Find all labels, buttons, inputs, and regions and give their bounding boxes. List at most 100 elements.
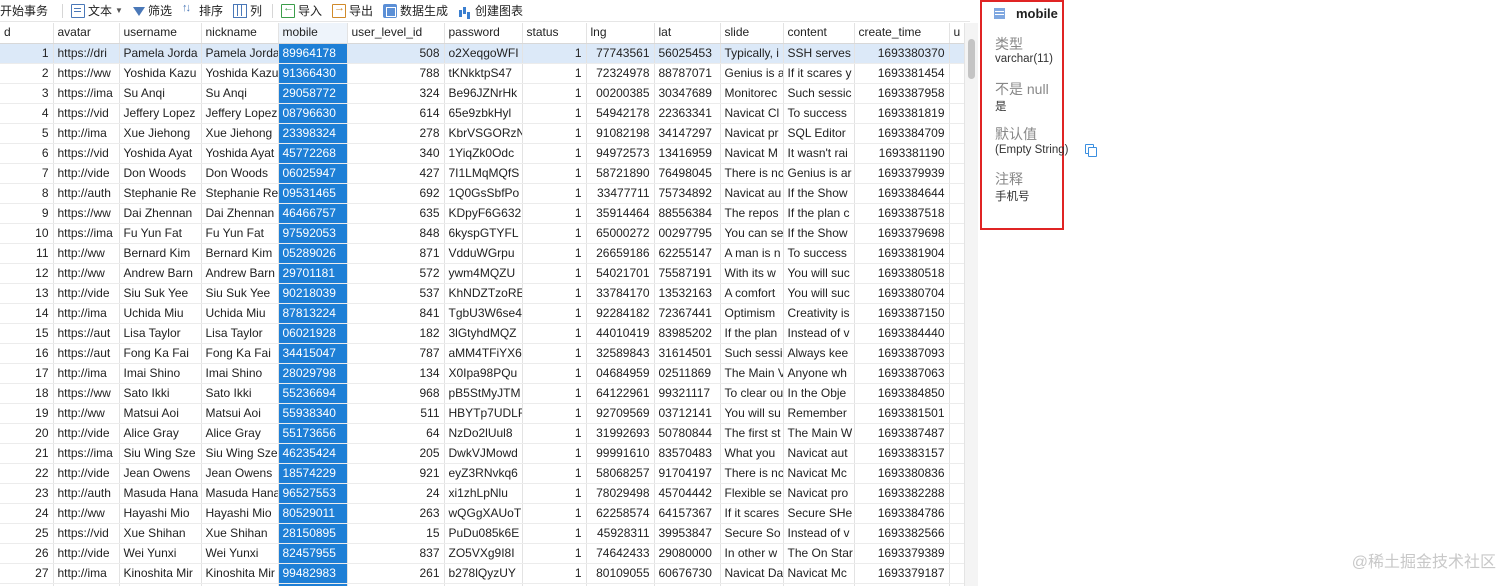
table-cell[interactable]: 77743561	[586, 43, 655, 64]
table-cell[interactable]: PuDu085k6E	[444, 523, 523, 544]
table-cell[interactable]: 1693381454	[854, 63, 950, 84]
table-cell[interactable]: VdduWGrpu	[444, 243, 523, 264]
table-cell[interactable]: 324	[347, 83, 445, 104]
table-cell[interactable]: 75734892	[654, 183, 721, 204]
table-cell[interactable]: KbrVSGORzN	[444, 123, 523, 144]
table-cell[interactable]: 205	[347, 443, 445, 464]
table-cell[interactable]: 10	[0, 223, 54, 244]
table-cell[interactable]: 1	[522, 123, 587, 144]
begin-transaction-button[interactable]: 开始事务	[0, 0, 58, 22]
table-cell[interactable]: Stephanie Re	[119, 183, 202, 204]
table-row[interactable]: 25 https://vid Xue Shihan Xue Shihan 2815089…	[0, 523, 964, 544]
table-cell[interactable]: Pamela Jorda	[119, 43, 202, 64]
table-cell[interactable]: 1	[522, 223, 587, 244]
table-cell[interactable]: Always kee	[783, 343, 855, 364]
table-cell[interactable]: http://auth	[53, 483, 120, 504]
table-cell[interactable]: Xue Shihan	[201, 523, 279, 544]
table-cell[interactable]: 15	[0, 323, 54, 344]
table-cell[interactable]: http://vide	[53, 163, 120, 184]
table-cell[interactable]: 1	[522, 183, 587, 204]
table-cell[interactable]: 1693381190	[854, 143, 950, 164]
table-cell[interactable]: 64122961	[586, 383, 655, 404]
table-cell[interactable]: 92709569	[586, 403, 655, 424]
table-cell[interactable]: 1	[522, 243, 587, 264]
table-cell[interactable]: 05289026	[278, 243, 348, 264]
table-row[interactable]: 16 https://aut Fong Ka Fai Fong Ka Fai 34415…	[0, 343, 964, 364]
table-cell[interactable]: 1693379939	[854, 163, 950, 184]
create-chart-button[interactable]: 创建图表	[454, 0, 529, 22]
table-cell[interactable]: If it scares	[720, 503, 784, 524]
table-cell[interactable]: Jeffery Lopez	[201, 103, 279, 124]
table-cell[interactable]: Andrew Barn	[201, 263, 279, 284]
table-cell[interactable]: 1	[522, 103, 587, 124]
table-cell[interactable]: Such sessic	[783, 83, 855, 104]
table-cell[interactable]: 3	[0, 83, 54, 104]
table-cell[interactable]: SSH serves	[783, 43, 855, 64]
table-cell[interactable]: http://ima	[53, 123, 120, 144]
table-cell[interactable]: In the Obje	[783, 383, 855, 404]
table-cell[interactable]: aMM4TFiYX6	[444, 343, 523, 364]
column-header[interactable]: user_level_id	[347, 23, 445, 44]
table-cell[interactable]: 44010419	[586, 323, 655, 344]
table-cell[interactable]: 1YiqZk0Odc	[444, 143, 523, 164]
table-cell[interactable]: 1	[522, 423, 587, 444]
table-cell[interactable]: TgbU3W6se4	[444, 303, 523, 324]
table-cell[interactable]: Hayashi Mio	[119, 503, 202, 524]
table-cell[interactable]: Imai Shino	[201, 363, 279, 384]
table-cell[interactable]: 32589843	[586, 343, 655, 364]
table-cell[interactable]: If the plan c	[783, 203, 855, 224]
table-cell[interactable]: 1	[522, 483, 587, 504]
table-cell[interactable]: 16	[0, 343, 54, 364]
column-header[interactable]: create_time	[854, 23, 950, 44]
table-cell[interactable]: 837	[347, 543, 445, 564]
table-cell[interactable]: The first st	[720, 423, 784, 444]
table-cell[interactable]: 99482983	[278, 563, 348, 584]
table-cell[interactable]: Kinoshita Mir	[119, 563, 202, 584]
table-row[interactable]: 13 http://vide Siu Suk Yee Siu Suk Yee 90218…	[0, 283, 964, 304]
table-cell[interactable]: https://vid	[53, 523, 120, 544]
table-cell[interactable]: 00297795	[654, 223, 721, 244]
table-cell[interactable]: 31614501	[654, 343, 721, 364]
table-cell[interactable]: 182	[347, 323, 445, 344]
table-cell[interactable]: KDpyF6G632	[444, 203, 523, 224]
table-row[interactable]: 17 http://ima Imai Shino Imai Shino 28029798…	[0, 363, 964, 384]
table-cell[interactable]: https://aut	[53, 343, 120, 364]
table-cell[interactable]: You will suc	[783, 263, 855, 284]
table-cell[interactable]: 30347689	[654, 83, 721, 104]
table-cell[interactable]: 06025947	[278, 163, 348, 184]
column-header[interactable]: nickname	[201, 23, 279, 44]
table-cell[interactable]: 83985202	[654, 323, 721, 344]
column-header[interactable]: u	[949, 23, 964, 44]
table-cell[interactable]: 6	[0, 143, 54, 164]
table-cell[interactable]: The repos	[720, 203, 784, 224]
table-cell[interactable]: Bernard Kim	[201, 243, 279, 264]
table-cell[interactable]: 22	[0, 463, 54, 484]
table-cell[interactable]: A man is n	[720, 243, 784, 264]
table-cell[interactable]: 64157367	[654, 503, 721, 524]
table-cell[interactable]: https://ww	[53, 383, 120, 404]
table-cell[interactable]: Xue Jiehong	[201, 123, 279, 144]
table-cell[interactable]: Navicat pro	[783, 483, 855, 504]
table-cell[interactable]: Navicat Mc	[783, 463, 855, 484]
table-cell[interactable]: The Main W	[783, 423, 855, 444]
table-cell[interactable]: Navicat au	[720, 183, 784, 204]
table-cell[interactable]: Anyone wh	[783, 363, 855, 384]
table-cell[interactable]: HBYTp7UDLF	[444, 403, 523, 424]
table-cell[interactable]: Flexible se	[720, 483, 784, 504]
data-generation-button[interactable]: 数据生成	[379, 0, 454, 22]
table-cell[interactable]: 65e9zbkHyl	[444, 103, 523, 124]
table-cell[interactable]: 83570483	[654, 443, 721, 464]
table-cell[interactable]: Fong Ka Fai	[119, 343, 202, 364]
table-cell[interactable]: 1	[522, 383, 587, 404]
table-cell[interactable]: 33477711	[586, 183, 655, 204]
table-cell[interactable]: Fong Ka Fai	[201, 343, 279, 364]
table-cell[interactable]: ZO5VXg9I8I	[444, 543, 523, 564]
table-cell[interactable]: 09531465	[278, 183, 348, 204]
table-cell[interactable]: 1	[522, 43, 587, 64]
table-cell[interactable]: 55173656	[278, 423, 348, 444]
table-row[interactable]: 1 https://dri Pamela Jorda Pamela Jorda 8996…	[0, 43, 964, 64]
table-cell[interactable]: 80529011	[278, 503, 348, 524]
table-cell[interactable]: 13	[0, 283, 54, 304]
table-cell[interactable]: 788	[347, 63, 445, 84]
table-row[interactable]: 10 https://ima Fu Yun Fat Fu Yun Fat 9759205…	[0, 223, 964, 244]
